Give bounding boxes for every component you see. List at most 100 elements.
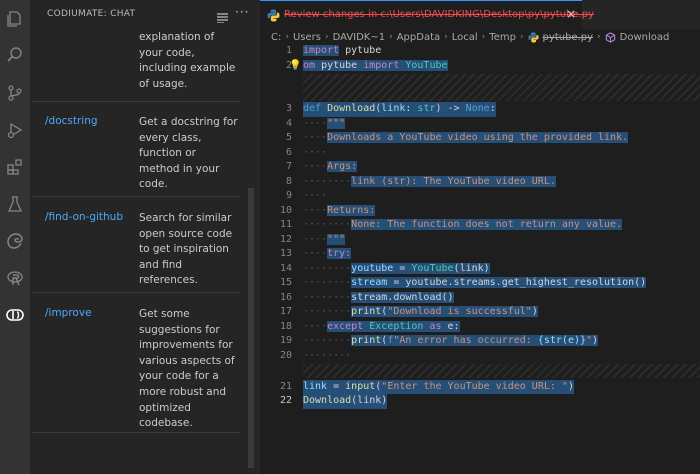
code-token: Args: — [327, 161, 358, 172]
chevron-right-icon: › — [597, 32, 601, 42]
scrollbar[interactable] — [248, 188, 254, 468]
tab-bar: Review changes in c:\Users\DAVIDKING\Des… — [260, 0, 700, 29]
breadcrumb-file[interactable]: pytube.py — [543, 32, 593, 43]
line-number: 5 — [285, 132, 292, 143]
breadcrumb-item[interactable]: C: — [271, 32, 281, 43]
run-debug-icon[interactable] — [5, 120, 25, 140]
code-line: 20 ········ — [260, 349, 700, 364]
breadcrumb-item[interactable]: Temp — [489, 32, 516, 43]
table-row: /find-on-github Search for similar open … — [32, 197, 240, 293]
command-description: Get a docstring for every class, functio… — [139, 116, 238, 191]
code-token: def — [303, 103, 322, 114]
panel-header: CODIUMATE: CHAT ··· — [30, 0, 255, 30]
r-icon[interactable] — [5, 268, 25, 288]
line-number: 18 — [279, 320, 292, 332]
search-icon[interactable] — [5, 45, 25, 65]
line-number: 9 — [285, 190, 292, 201]
panel-title: CODIUMATE: CHAT — [47, 9, 136, 19]
code-line: 19 ········print(f"An error has occurred:… — [260, 334, 700, 349]
code-token: None: The function does not return any v… — [351, 219, 623, 230]
code-line: 17 ········print("Download is successful"… — [260, 305, 700, 320]
code-line: 7 ····Args: — [260, 160, 700, 175]
code-token: (link) — [351, 395, 388, 406]
code-line: 8 ········link (str): The YouTube video U… — [260, 175, 700, 190]
line-number: 3 — [285, 103, 292, 114]
code-token: ) — [567, 380, 574, 392]
code-token: as — [423, 320, 442, 332]
code-token: except — [327, 320, 364, 332]
diff-removed-region — [303, 364, 700, 378]
code-token: = — [327, 380, 346, 392]
command-description: Search for similar open source code to g… — [139, 212, 233, 287]
code-line: 1 import pytube — [260, 44, 700, 59]
code-token: import — [303, 45, 340, 56]
code-token: YouTube — [399, 59, 448, 71]
line-number: 16 — [279, 291, 292, 303]
testing-flask-icon[interactable] — [5, 194, 25, 214]
code-token: "Enter the YouTube video URL: " — [381, 380, 568, 392]
command-name[interactable]: /find-on-github — [45, 211, 123, 223]
explorer-icon[interactable] — [5, 9, 25, 29]
breadcrumb-item[interactable]: Users — [293, 32, 321, 43]
chevron-right-icon: › — [519, 32, 524, 42]
edge-icon[interactable] — [5, 231, 25, 251]
source-control-icon[interactable] — [5, 83, 25, 103]
code-token: """ — [327, 233, 346, 245]
table-row: /improve Get some suggestions for improv… — [32, 293, 240, 433]
code-token: stream — [351, 277, 388, 288]
command-name[interactable]: /docstring — [45, 115, 98, 127]
breadcrumb: C: › Users › DAVIDK~1 › AppData › Local › Tem… — [271, 30, 669, 44]
extensions-icon[interactable] — [5, 157, 25, 177]
diff-removed-region — [303, 74, 700, 101]
lightbulb-icon[interactable]: 💡 — [289, 59, 301, 74]
more-actions-icon[interactable]: ··· — [235, 5, 249, 19]
command-description: Get some suggestions for improvements fo… — [139, 308, 235, 430]
code-token: youtube — [351, 262, 394, 274]
line-number: 21 — [279, 380, 292, 392]
line-number: 22 — [279, 395, 292, 406]
code-token: print — [351, 335, 382, 346]
code-token: None — [465, 103, 490, 114]
close-icon[interactable]: × — [566, 7, 576, 21]
chevron-right-icon: › — [285, 32, 289, 42]
breadcrumb-item[interactable]: AppData — [397, 32, 440, 43]
code-token: ) -> — [435, 103, 466, 114]
codiumate-icon[interactable] — [5, 305, 25, 325]
list-icon[interactable] — [217, 8, 228, 27]
breadcrumb-item[interactable]: DAVIDK~1 — [333, 32, 386, 43]
code-token: """ — [327, 117, 346, 129]
line-number: 14 — [279, 262, 292, 274]
code-line: 3 def Download(link: str) -> None: — [260, 102, 700, 117]
line-number: 20 — [279, 349, 292, 361]
python-file-icon — [267, 9, 280, 22]
line-number: 4 — [285, 117, 292, 129]
code-token: link (str): The YouTube video URL. — [351, 175, 556, 187]
code-token: Download — [303, 395, 352, 406]
code-line: 21 link = input("Enter the YouTube video … — [260, 379, 700, 394]
command-name[interactable]: /improve — [45, 307, 92, 319]
code-token: {str(e)} — [537, 335, 587, 346]
tab-review-changes[interactable]: Review changes in c:\Users\DAVIDKING\Des… — [260, 0, 594, 29]
code-token: "An error has occurred: — [393, 335, 538, 346]
chevron-right-icon: › — [481, 32, 486, 42]
code-token: input — [345, 380, 376, 392]
line-number: 8 — [285, 175, 292, 187]
code-token: link — [303, 380, 328, 392]
editor-area: Review changes in c:\Users\DAVIDKING\Des… — [260, 0, 700, 474]
code-line: 10 ····Returns: — [260, 204, 700, 219]
chevron-right-icon: › — [324, 32, 329, 42]
code-token: ) — [531, 306, 538, 317]
code-token: ) — [592, 335, 599, 346]
code-token: "Download is successful" — [387, 306, 532, 317]
code-line: 12 ····""" — [260, 233, 700, 248]
breadcrumb-item[interactable]: Local — [452, 32, 478, 43]
line-number: 15 — [279, 277, 292, 288]
command-description: explanation of your code, including exam… — [139, 31, 236, 90]
code-token: print — [351, 306, 382, 317]
code-token: import — [363, 59, 400, 71]
table-row: /docstring Get a docstring for every cla… — [32, 101, 240, 197]
breadcrumb-symbol[interactable]: Download — [620, 32, 670, 43]
tab-label: Review changes in c:\Users\DAVIDKING\Des… — [284, 9, 594, 20]
code-token: = — [393, 262, 412, 274]
line-number: 10 — [279, 204, 292, 216]
